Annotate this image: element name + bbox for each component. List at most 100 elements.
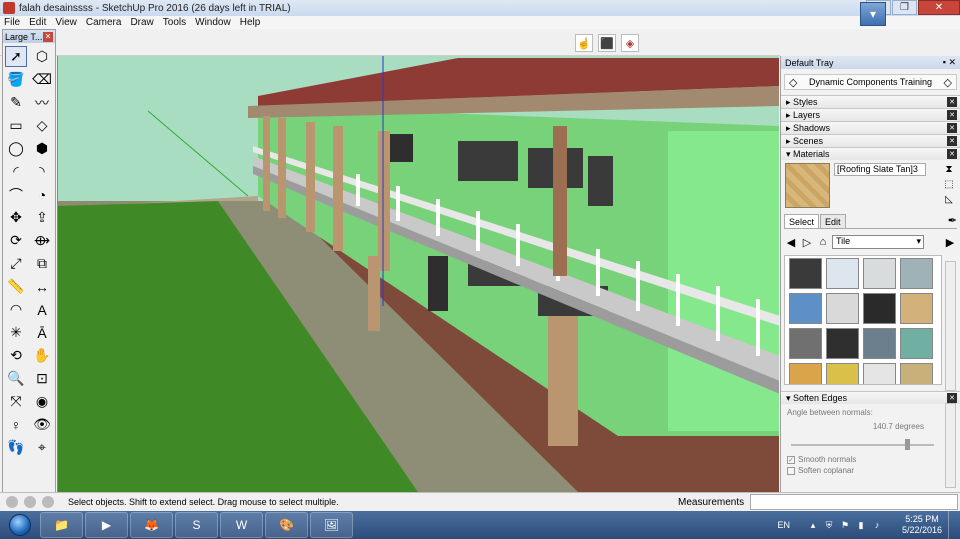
protractor-icon[interactable]: ◠	[5, 299, 27, 320]
slider-thumb[interactable]	[905, 439, 910, 450]
menu-edit[interactable]: Edit	[29, 17, 46, 28]
action-center-icon[interactable]: ⚑	[840, 520, 850, 530]
menu-camera[interactable]: Camera	[86, 17, 122, 28]
two-point-arc-icon[interactable]: ⌒	[5, 184, 27, 205]
panel-shadows[interactable]: ▸ Shadows ✕	[781, 121, 960, 134]
hand-arrow-icon[interactable]: ☝	[575, 34, 593, 52]
library-select[interactable]: Tile	[832, 235, 924, 249]
material-swatch[interactable]	[826, 328, 859, 359]
sketchup-icon[interactable]: S	[175, 512, 218, 538]
material-swatch[interactable]	[900, 293, 933, 324]
dynamic-components-training-button[interactable]: ◇ Dynamic Components Training ◇	[784, 74, 957, 90]
forward-icon[interactable]: ▷	[800, 235, 814, 249]
close-icon[interactable]: ✕	[947, 97, 957, 107]
make-component-icon[interactable]: ⬡	[31, 46, 53, 67]
axes-icon[interactable]: ✳	[5, 322, 27, 343]
default-material-icon[interactable]: ◺	[943, 193, 955, 205]
material-swatch[interactable]	[863, 258, 896, 289]
menu-tools[interactable]: Tools	[163, 17, 186, 28]
display-secondary-icon[interactable]: ⧗	[943, 163, 955, 175]
arc-icon[interactable]: ◜	[5, 161, 27, 182]
panel-layers[interactable]: ▸ Layers ✕	[781, 108, 960, 121]
details-arrow-icon[interactable]: ▶	[943, 235, 957, 249]
material-swatch[interactable]	[863, 293, 896, 324]
close-icon[interactable]: ✕	[947, 123, 957, 133]
help-icon[interactable]	[42, 496, 54, 508]
material-swatch[interactable]	[826, 363, 859, 384]
text-icon[interactable]: A	[31, 299, 53, 320]
materials-scrollbar[interactable]	[945, 261, 956, 391]
material-swatch[interactable]	[789, 363, 822, 384]
material-swatch[interactable]	[863, 328, 896, 359]
firefox-icon[interactable]: 🦊	[130, 512, 173, 538]
material-name-field[interactable]: [Roofing Slate Tan]3	[834, 163, 926, 176]
restore-button[interactable]: ❐	[892, 0, 917, 15]
material-swatch[interactable]	[900, 258, 933, 289]
follow-me-icon[interactable]: ⟴	[31, 230, 53, 251]
line-icon[interactable]: ✎	[5, 92, 27, 113]
paint-bucket-icon[interactable]: 🪣	[5, 69, 27, 90]
section-plane-icon[interactable]: ⌖	[31, 437, 53, 458]
current-material-swatch[interactable]	[785, 163, 830, 208]
material-swatch[interactable]	[789, 328, 822, 359]
paint-icon[interactable]: 🎨	[265, 512, 308, 538]
close-button[interactable]: ✕	[918, 0, 960, 15]
material-swatch[interactable]	[789, 293, 822, 324]
zoom-extents-icon[interactable]: ⤧	[5, 391, 27, 412]
position-camera-icon[interactable]: ♀	[5, 414, 27, 435]
material-swatch[interactable]	[900, 363, 933, 384]
eraser-icon[interactable]: ⌫	[31, 69, 53, 90]
material-swatch[interactable]	[789, 258, 822, 289]
maximize-toolbar-button[interactable]: ▾	[860, 2, 886, 26]
menu-view[interactable]: View	[55, 17, 77, 28]
soften-coplanar-checkbox[interactable]: Soften coplanar	[787, 466, 954, 475]
close-icon[interactable]: ✕	[947, 136, 957, 146]
offset-icon[interactable]: ⧉	[31, 253, 53, 274]
measurements-input[interactable]	[750, 494, 958, 510]
photo-viewer-icon[interactable]: 🖼	[310, 512, 353, 538]
dimension-icon[interactable]: ↔	[31, 276, 53, 297]
previous-view-icon[interactable]: ◉	[31, 391, 53, 412]
start-button[interactable]	[2, 512, 38, 538]
eyedropper-icon[interactable]: ✒	[948, 214, 957, 228]
explorer-icon[interactable]: 📁	[40, 512, 83, 538]
language-indicator[interactable]: EN	[777, 520, 790, 530]
menu-window[interactable]: Window	[195, 17, 231, 28]
pan-icon[interactable]: ✋	[31, 345, 53, 366]
word-icon[interactable]: W	[220, 512, 263, 538]
3d-text-icon[interactable]: Ā	[31, 322, 53, 343]
menu-draw[interactable]: Draw	[130, 17, 153, 28]
look-around-icon[interactable]: 👁	[31, 414, 53, 435]
menu-file[interactable]: File	[4, 17, 20, 28]
components-icon[interactable]: ⬛	[598, 34, 616, 52]
show-desktop-button[interactable]	[948, 511, 960, 539]
close-icon[interactable]: ✕	[947, 393, 957, 403]
show-hidden-icon[interactable]: ▴	[808, 520, 818, 530]
tab-edit[interactable]: Edit	[820, 214, 846, 228]
freehand-icon[interactable]: 〰	[31, 92, 53, 113]
pie-icon[interactable]: ◔	[31, 184, 53, 205]
create-material-icon[interactable]: ⬚	[943, 178, 955, 190]
volume-icon[interactable]: ♪	[872, 520, 882, 530]
close-icon[interactable]: ✕	[947, 110, 957, 120]
menu-help[interactable]: Help	[240, 17, 261, 28]
circle-icon[interactable]: ◯	[5, 138, 27, 159]
material-swatch[interactable]	[826, 293, 859, 324]
material-swatch[interactable]	[863, 363, 896, 384]
network-icon[interactable]: ▮	[856, 520, 866, 530]
rectangle-icon[interactable]: ▭	[5, 115, 27, 136]
styles-icon[interactable]: ◈	[621, 34, 639, 52]
rotate-icon[interactable]: ⟳	[5, 230, 27, 251]
push-pull-icon[interactable]: ⇪	[31, 207, 53, 228]
angle-slider[interactable]	[787, 439, 954, 451]
credits-icon[interactable]	[24, 496, 36, 508]
security-icon[interactable]: ⛨	[824, 520, 834, 530]
clock[interactable]: 5:25 PM 5/22/2016	[896, 514, 948, 536]
zoom-icon[interactable]: 🔍	[5, 368, 27, 389]
rotated-rectangle-icon[interactable]: ◇	[31, 115, 53, 136]
three-point-arc-icon[interactable]: ◝	[31, 161, 53, 182]
material-swatch[interactable]	[826, 258, 859, 289]
panel-soften-edges[interactable]: ▾ Soften Edges ✕	[781, 391, 960, 404]
model-viewport[interactable]	[57, 56, 779, 492]
orbit-icon[interactable]: ⟲	[5, 345, 27, 366]
